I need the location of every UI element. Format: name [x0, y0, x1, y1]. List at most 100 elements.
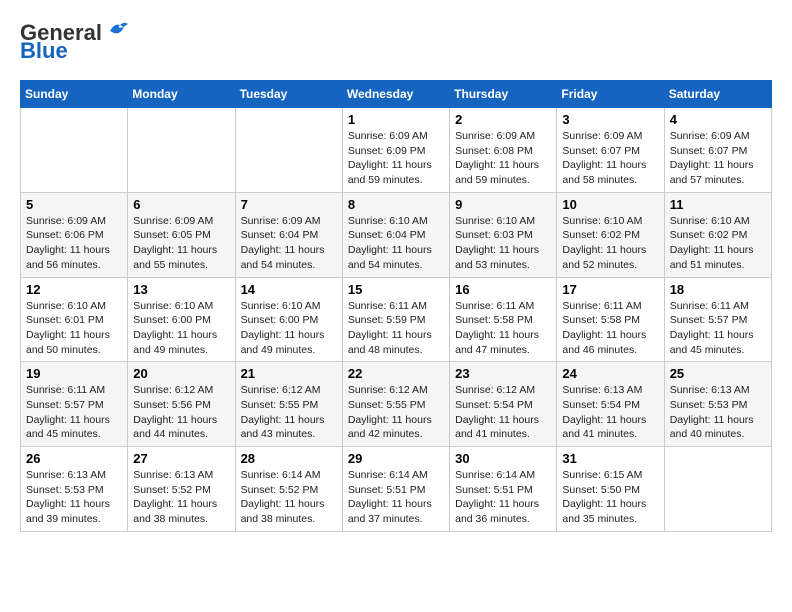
logo-bird-icon	[106, 21, 128, 39]
calendar-cell: 7Sunrise: 6:09 AMSunset: 6:04 PMDaylight…	[235, 192, 342, 277]
day-number: 22	[348, 366, 444, 381]
calendar-cell: 26 Sunrise: 6:13 AMSunset: 5:53 PMDayligh…	[21, 447, 128, 532]
calendar-cell: 25Sunrise: 6:13 AMSunset: 5:53 PMDayligh…	[664, 362, 771, 447]
calendar-cell: 20 Sunrise: 6:12 AMSunset: 5:56 PMDayligh…	[128, 362, 235, 447]
day-number: 18	[670, 282, 766, 297]
calendar-header: SundayMondayTuesdayWednesdayThursdayFrid…	[21, 81, 772, 108]
day-number: 1	[348, 112, 444, 127]
day-info: Sunrise: 6:11 AMSunset: 5:58 PMDaylight:…	[562, 299, 658, 358]
calendar-cell: 9Sunrise: 6:10 AMSunset: 6:03 PMDaylight…	[450, 192, 557, 277]
day-info: Sunrise: 6:09 AMSunset: 6:05 PMDaylight:…	[133, 214, 229, 273]
day-number: 26	[26, 451, 122, 466]
day-number: 31	[562, 451, 658, 466]
day-info: Sunrise: 6:12 AMSunset: 5:56 PMDaylight:…	[133, 383, 229, 442]
day-number: 14	[241, 282, 337, 297]
day-info: Sunrise: 6:10 AMSunset: 6:00 PMDaylight:…	[241, 299, 337, 358]
day-info: Sunrise: 6:12 AMSunset: 5:54 PMDaylight:…	[455, 383, 551, 442]
day-info: Sunrise: 6:09 AMSunset: 6:08 PMDaylight:…	[455, 129, 551, 188]
weekday-header: Sunday	[21, 81, 128, 108]
day-info: Sunrise: 6:09 AMSunset: 6:06 PMDaylight:…	[26, 214, 122, 273]
calendar-week-row: 12 Sunrise: 6:10 AMSunset: 6:01 PMDayligh…	[21, 277, 772, 362]
calendar-body: 1 Sunrise: 6:09 AMSunset: 6:09 PMDaylight…	[21, 108, 772, 532]
day-number: 2	[455, 112, 551, 127]
day-info: Sunrise: 6:12 AMSunset: 5:55 PMDaylight:…	[241, 383, 337, 442]
calendar-table: SundayMondayTuesdayWednesdayThursdayFrid…	[20, 80, 772, 532]
calendar-cell: 31 Sunrise: 6:15 AMSunset: 5:50 PMDayligh…	[557, 447, 664, 532]
day-info: Sunrise: 6:09 AMSunset: 6:09 PMDaylight:…	[348, 129, 444, 188]
day-info: Sunrise: 6:10 AMSunset: 6:01 PMDaylight:…	[26, 299, 122, 358]
logo-blue: Blue	[20, 38, 68, 64]
calendar-cell	[21, 108, 128, 193]
day-number: 11	[670, 197, 766, 212]
calendar-cell: 18 Sunrise: 6:11 AMSunset: 5:57 PMDayligh…	[664, 277, 771, 362]
day-info: Sunrise: 6:10 AMSunset: 6:00 PMDaylight:…	[133, 299, 229, 358]
calendar-cell: 11Sunrise: 6:10 AMSunset: 6:02 PMDayligh…	[664, 192, 771, 277]
calendar-cell: 24 Sunrise: 6:13 AMSunset: 5:54 PMDayligh…	[557, 362, 664, 447]
logo: General Blue	[20, 20, 128, 64]
day-info: Sunrise: 6:15 AMSunset: 5:50 PMDaylight:…	[562, 468, 658, 527]
weekday-header: Saturday	[664, 81, 771, 108]
calendar-week-row: 26 Sunrise: 6:13 AMSunset: 5:53 PMDayligh…	[21, 447, 772, 532]
day-number: 12	[26, 282, 122, 297]
weekday-header: Tuesday	[235, 81, 342, 108]
calendar-cell: 30 Sunrise: 6:14 AMSunset: 5:51 PMDayligh…	[450, 447, 557, 532]
calendar-cell	[128, 108, 235, 193]
day-info: Sunrise: 6:14 AMSunset: 5:52 PMDaylight:…	[241, 468, 337, 527]
calendar-cell: 6 Sunrise: 6:09 AMSunset: 6:05 PMDaylight…	[128, 192, 235, 277]
day-number: 6	[133, 197, 229, 212]
day-info: Sunrise: 6:13 AMSunset: 5:52 PMDaylight:…	[133, 468, 229, 527]
day-number: 15	[348, 282, 444, 297]
header-row: SundayMondayTuesdayWednesdayThursdayFrid…	[21, 81, 772, 108]
weekday-header: Wednesday	[342, 81, 449, 108]
calendar-cell: 3 Sunrise: 6:09 AMSunset: 6:07 PMDaylight…	[557, 108, 664, 193]
calendar-cell: 2 Sunrise: 6:09 AMSunset: 6:08 PMDaylight…	[450, 108, 557, 193]
day-info: Sunrise: 6:10 AMSunset: 6:04 PMDaylight:…	[348, 214, 444, 273]
day-number: 25	[670, 366, 766, 381]
day-info: Sunrise: 6:14 AMSunset: 5:51 PMDaylight:…	[455, 468, 551, 527]
day-info: Sunrise: 6:09 AMSunset: 6:04 PMDaylight:…	[241, 214, 337, 273]
day-info: Sunrise: 6:09 AMSunset: 6:07 PMDaylight:…	[562, 129, 658, 188]
calendar-cell: 12 Sunrise: 6:10 AMSunset: 6:01 PMDayligh…	[21, 277, 128, 362]
day-info: Sunrise: 6:09 AMSunset: 6:07 PMDaylight:…	[670, 129, 766, 188]
calendar-cell: 17 Sunrise: 6:11 AMSunset: 5:58 PMDayligh…	[557, 277, 664, 362]
day-number: 30	[455, 451, 551, 466]
day-info: Sunrise: 6:11 AMSunset: 5:59 PMDaylight:…	[348, 299, 444, 358]
calendar-cell: 8Sunrise: 6:10 AMSunset: 6:04 PMDaylight…	[342, 192, 449, 277]
calendar-cell: 16 Sunrise: 6:11 AMSunset: 5:58 PMDayligh…	[450, 277, 557, 362]
day-number: 17	[562, 282, 658, 297]
calendar-cell: 5 Sunrise: 6:09 AMSunset: 6:06 PMDaylight…	[21, 192, 128, 277]
day-number: 24	[562, 366, 658, 381]
day-info: Sunrise: 6:10 AMSunset: 6:03 PMDaylight:…	[455, 214, 551, 273]
day-info: Sunrise: 6:11 AMSunset: 5:57 PMDaylight:…	[670, 299, 766, 358]
day-number: 5	[26, 197, 122, 212]
weekday-header: Friday	[557, 81, 664, 108]
weekday-header: Monday	[128, 81, 235, 108]
day-number: 16	[455, 282, 551, 297]
calendar-cell: 13Sunrise: 6:10 AMSunset: 6:00 PMDayligh…	[128, 277, 235, 362]
calendar-cell: 19Sunrise: 6:11 AMSunset: 5:57 PMDayligh…	[21, 362, 128, 447]
calendar-cell: 22Sunrise: 6:12 AMSunset: 5:55 PMDayligh…	[342, 362, 449, 447]
calendar-cell	[235, 108, 342, 193]
calendar-week-row: 19Sunrise: 6:11 AMSunset: 5:57 PMDayligh…	[21, 362, 772, 447]
day-number: 19	[26, 366, 122, 381]
day-number: 20	[133, 366, 229, 381]
day-info: Sunrise: 6:13 AMSunset: 5:54 PMDaylight:…	[562, 383, 658, 442]
calendar-week-row: 1 Sunrise: 6:09 AMSunset: 6:09 PMDaylight…	[21, 108, 772, 193]
day-number: 3	[562, 112, 658, 127]
day-number: 4	[670, 112, 766, 127]
calendar-week-row: 5 Sunrise: 6:09 AMSunset: 6:06 PMDaylight…	[21, 192, 772, 277]
calendar-cell: 28 Sunrise: 6:14 AMSunset: 5:52 PMDayligh…	[235, 447, 342, 532]
calendar-cell: 23Sunrise: 6:12 AMSunset: 5:54 PMDayligh…	[450, 362, 557, 447]
calendar-cell: 21 Sunrise: 6:12 AMSunset: 5:55 PMDayligh…	[235, 362, 342, 447]
calendar-cell: 4 Sunrise: 6:09 AMSunset: 6:07 PMDaylight…	[664, 108, 771, 193]
day-number: 21	[241, 366, 337, 381]
day-info: Sunrise: 6:10 AMSunset: 6:02 PMDaylight:…	[562, 214, 658, 273]
day-number: 27	[133, 451, 229, 466]
day-number: 29	[348, 451, 444, 466]
day-number: 28	[241, 451, 337, 466]
calendar-cell: 29Sunrise: 6:14 AMSunset: 5:51 PMDayligh…	[342, 447, 449, 532]
day-info: Sunrise: 6:11 AMSunset: 5:58 PMDaylight:…	[455, 299, 551, 358]
calendar-cell: 27 Sunrise: 6:13 AMSunset: 5:52 PMDayligh…	[128, 447, 235, 532]
day-info: Sunrise: 6:13 AMSunset: 5:53 PMDaylight:…	[26, 468, 122, 527]
calendar-cell: 10Sunrise: 6:10 AMSunset: 6:02 PMDayligh…	[557, 192, 664, 277]
